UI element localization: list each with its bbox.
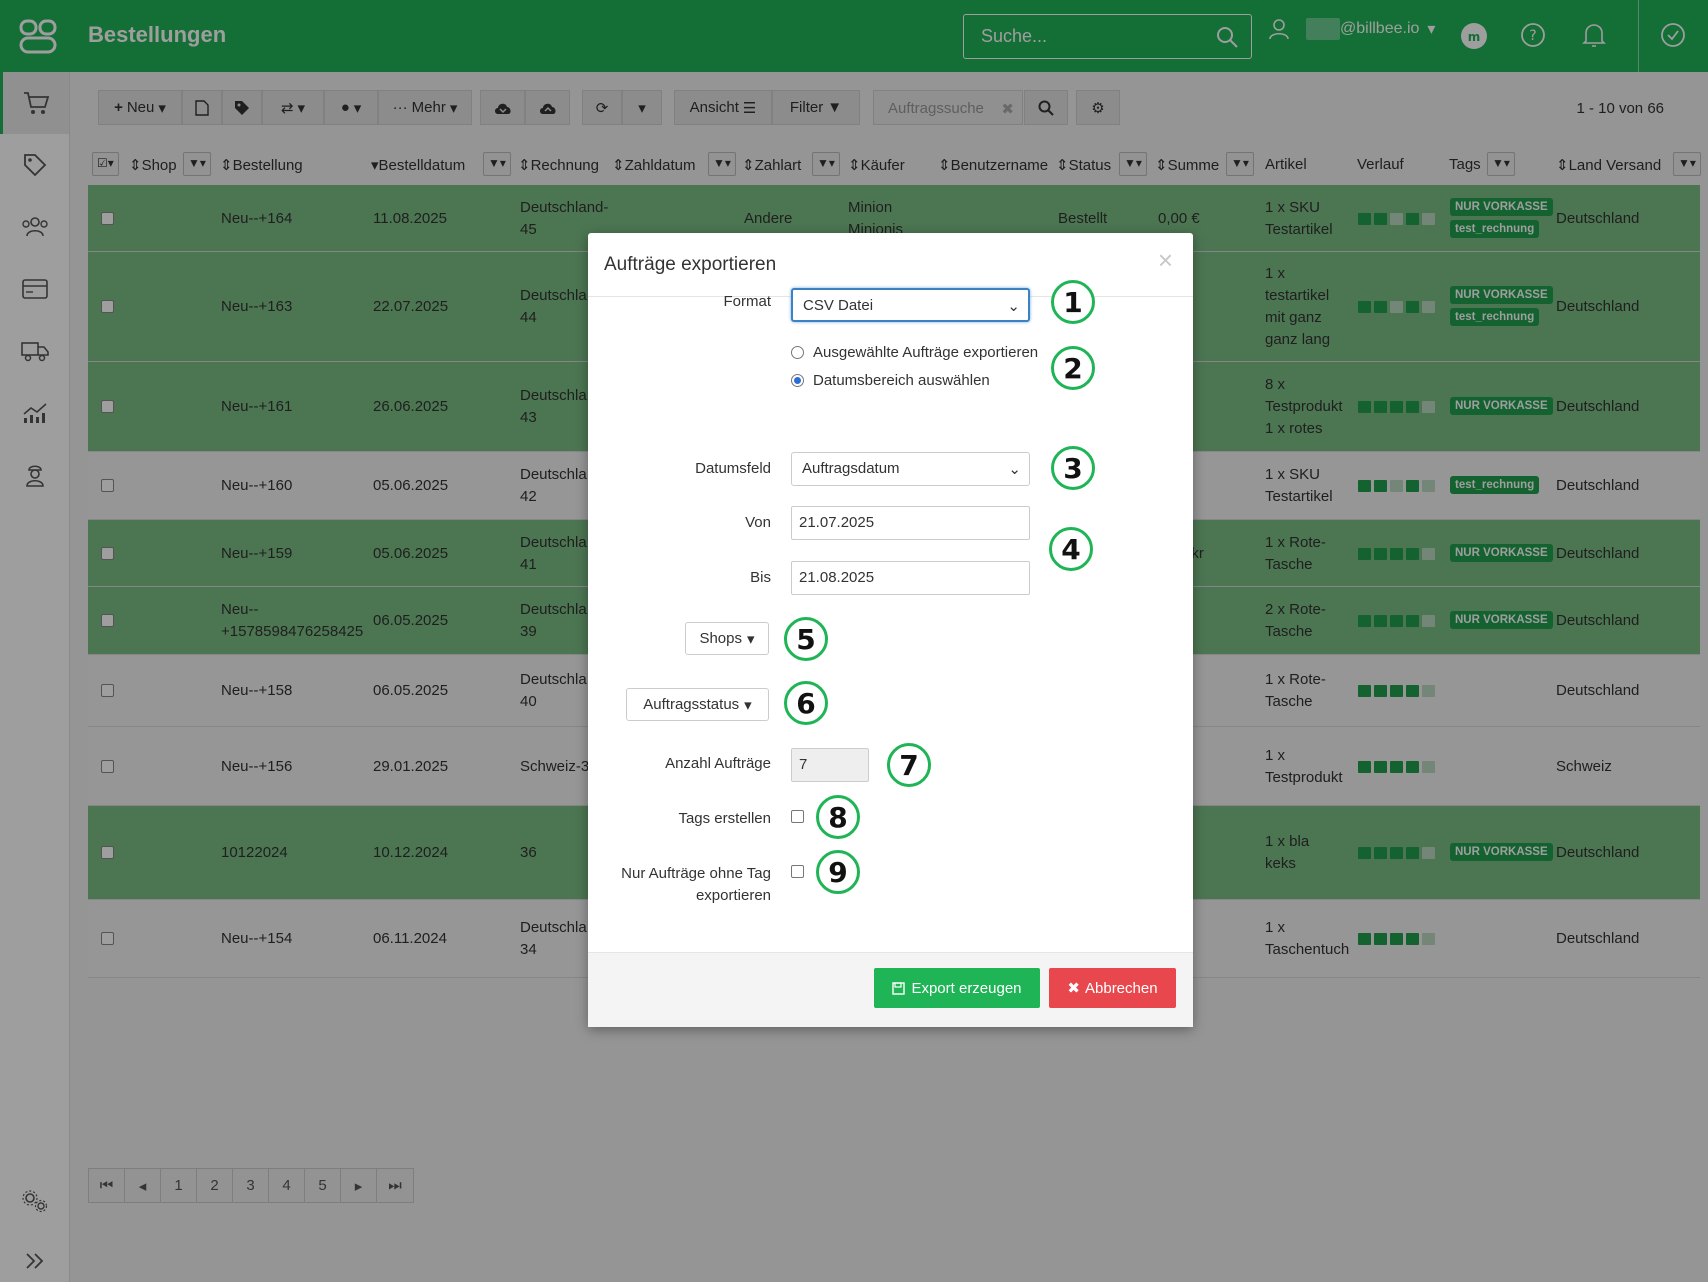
chevron-down-icon: ⌄	[1007, 298, 1020, 315]
caret-down-icon: ▾	[747, 630, 755, 648]
order-count-input: 7	[791, 748, 869, 782]
close-icon: ✖	[1067, 980, 1080, 997]
marker-7: 7	[887, 743, 931, 787]
create-tags-label: Tags erstellen	[678, 810, 771, 827]
from-label: Von	[745, 514, 771, 531]
date-field-select[interactable]: Auftragsdatum ⌄	[791, 452, 1030, 486]
create-export-label: Export erzeugen	[911, 979, 1022, 997]
create-export-button[interactable]: Export erzeugen	[874, 968, 1040, 1008]
order-count-label: Anzahl Aufträge	[665, 755, 771, 772]
shops-dropdown[interactable]: Shops ▾	[685, 622, 769, 655]
date-field-value: Auftragsdatum	[802, 460, 900, 477]
caret-down-icon: ▾	[744, 696, 752, 714]
radio-button[interactable]	[791, 346, 804, 359]
radio-selected-orders-label: Ausgewählte Aufträge exportieren	[813, 344, 1039, 361]
to-label: Bis	[750, 569, 771, 586]
to-date-input[interactable]: 21.08.2025	[791, 561, 1030, 595]
format-select[interactable]: CSV Datei ⌄	[791, 288, 1030, 322]
close-icon[interactable]: ×	[1158, 245, 1173, 276]
radio-selected-orders[interactable]: Ausgewählte Aufträge exportieren	[791, 344, 1038, 361]
date-field-label: Datumsfeld	[695, 460, 771, 477]
cancel-button[interactable]: ✖ Abbrechen	[1049, 968, 1176, 1008]
create-tags-checkbox[interactable]	[791, 810, 804, 823]
untagged-only-label-line2: exportieren	[695, 887, 771, 904]
marker-3: 3	[1051, 446, 1095, 490]
order-status-label: Auftragsstatus	[643, 696, 740, 713]
radio-button-checked[interactable]	[791, 374, 804, 387]
format-label: Format	[723, 293, 771, 310]
marker-5: 5	[784, 617, 828, 661]
radio-date-range-label: Datumsbereich auswählen	[813, 372, 990, 389]
shops-label: Shops	[699, 630, 742, 647]
marker-1: 1	[1051, 280, 1095, 324]
marker-9: 9	[816, 850, 860, 894]
dialog-title: Aufträge exportieren	[604, 254, 777, 275]
marker-2: 2	[1051, 346, 1095, 390]
save-icon	[892, 981, 906, 995]
format-value: CSV Datei	[803, 297, 874, 314]
untagged-only-label: Nur Aufträge ohne Tag exportieren	[621, 863, 771, 907]
order-status-dropdown[interactable]: Auftragsstatus ▾	[626, 688, 769, 721]
marker-8: 8	[816, 795, 860, 839]
marker-4: 4	[1049, 527, 1093, 571]
dialog-footer: Export erzeugen ✖ Abbrechen	[588, 952, 1193, 1027]
export-orders-dialog: Aufträge exportieren × Format CSV Datei ⌄…	[588, 233, 1193, 1027]
from-date-input[interactable]: 21.07.2025	[791, 506, 1030, 540]
cancel-label: Abbrechen	[1085, 979, 1158, 997]
untagged-only-checkbox[interactable]	[791, 865, 804, 878]
untagged-only-label-line1: Nur Aufträge ohne Tag	[621, 865, 771, 882]
chevron-down-icon: ⌄	[1008, 461, 1021, 478]
marker-6: 6	[784, 681, 828, 725]
radio-date-range[interactable]: Datumsbereich auswählen	[791, 372, 990, 389]
